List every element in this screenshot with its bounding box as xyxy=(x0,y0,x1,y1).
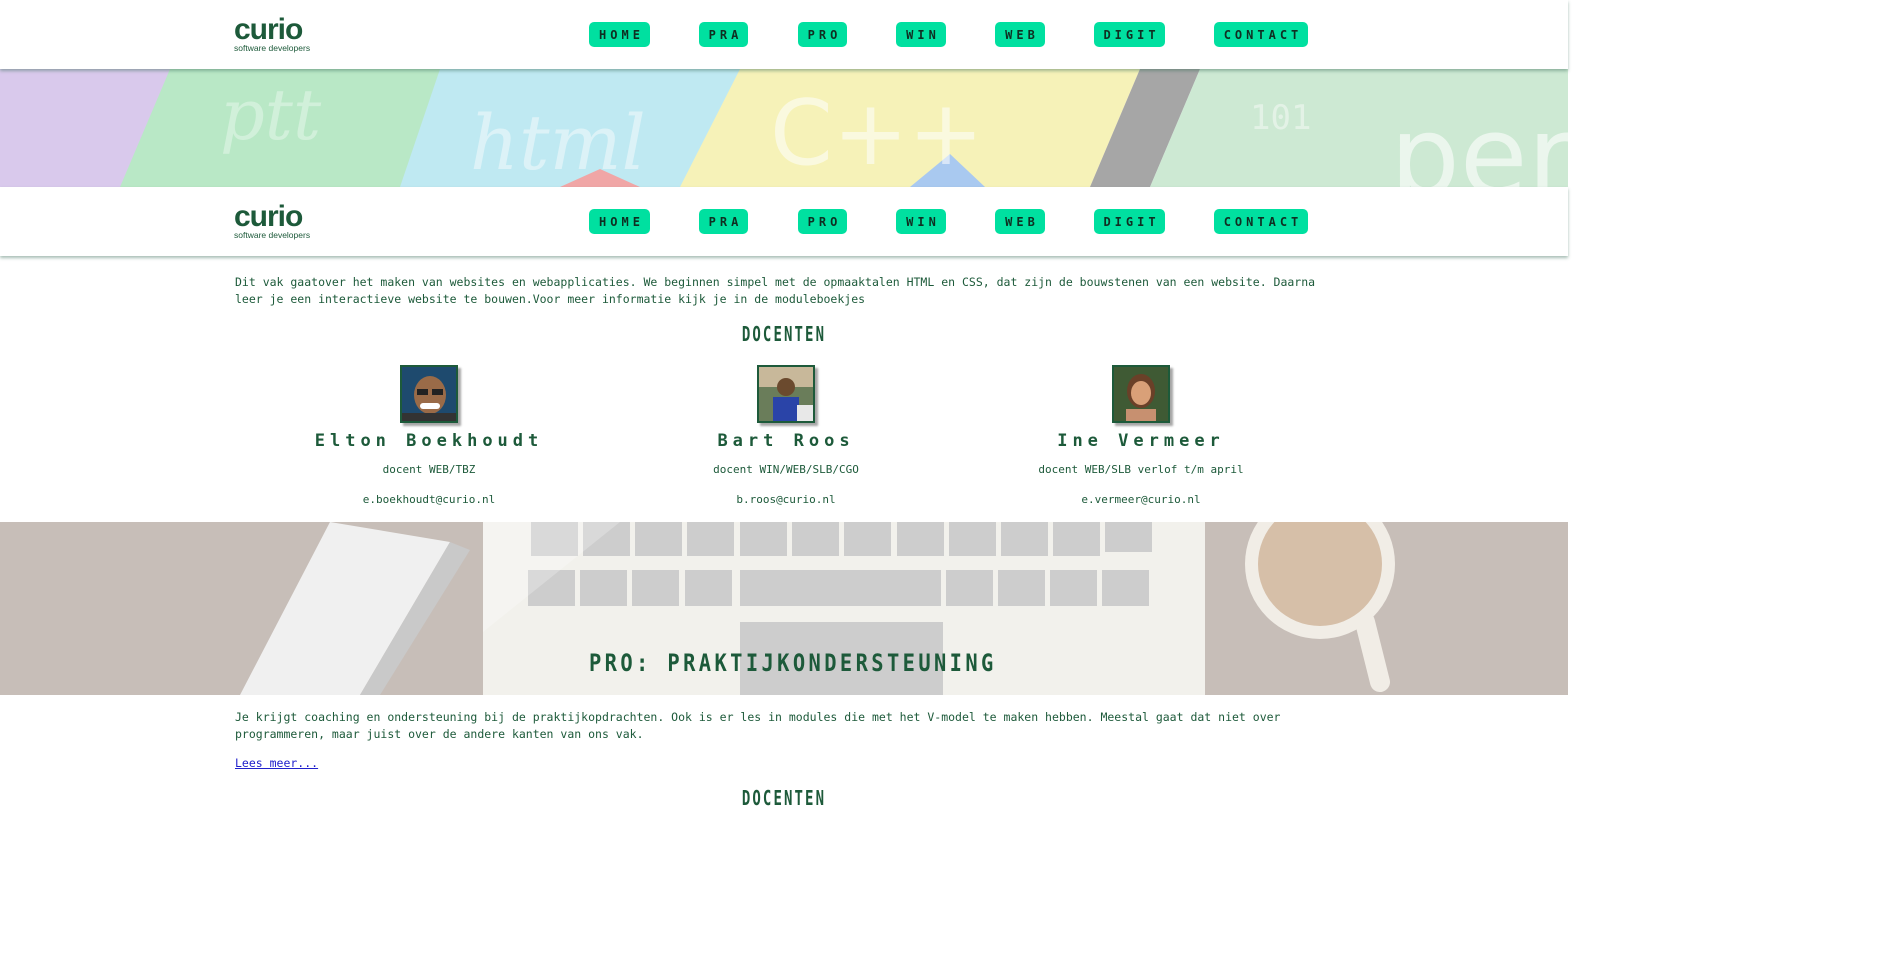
code-keys-banner: ptt html C++ 101 perl xyxy=(0,69,1568,187)
nav-contact-button[interactable]: CONTACT xyxy=(1214,22,1308,47)
logo-tagline: software developers xyxy=(234,230,311,240)
nav-home-button[interactable]: HOME xyxy=(589,209,650,234)
nav-pro-button[interactable]: PRO xyxy=(798,209,847,234)
nav-digit-button[interactable]: DIGIT xyxy=(1094,209,1165,234)
teacher-role: docent WIN/WEB/SLB/CGO xyxy=(713,463,859,476)
nav-web-button[interactable]: WEB xyxy=(995,22,1045,47)
banner-cpp-text: C++ xyxy=(770,81,984,186)
banner-binary-text: 101 xyxy=(1250,98,1311,138)
banner-html-text: html xyxy=(470,98,646,187)
curio-logo-2[interactable]: curio software developers xyxy=(234,200,314,241)
teacher-email: e.boekhoudt@curio.nl xyxy=(362,493,496,506)
second-navbar: curio software developers HOME PRA PRO W… xyxy=(0,187,1568,256)
read-more-link[interactable]: Lees meer... xyxy=(235,756,318,770)
web-docenten-heading: DOCENTEN xyxy=(741,322,827,346)
nav-win-button[interactable]: WIN xyxy=(896,209,946,234)
logo-wordmark: curio xyxy=(234,200,303,233)
teacher-card: Ine Vermeer docent WEB/SLB verlof t/m ap… xyxy=(991,365,1291,506)
web-intro-text: Dit vak gaatover het maken van websites … xyxy=(235,275,1316,306)
banner-image: ptt html C++ 101 perl xyxy=(0,69,1568,187)
nav-win-button[interactable]: WIN xyxy=(896,22,946,47)
teacher-photo xyxy=(757,365,815,423)
teacher-email: e.vermeer@curio.nl xyxy=(1081,493,1201,506)
curio-logo[interactable]: curio software developers xyxy=(234,13,314,54)
teacher-photo xyxy=(400,365,458,423)
teacher-name: Elton Boekhoudt xyxy=(314,431,544,451)
logo-wordmark: curio xyxy=(234,13,303,46)
banner-ptt-text: ptt xyxy=(220,74,322,156)
teacher-name: Ine Vermeer xyxy=(1057,431,1225,451)
nav-home-button[interactable]: HOME xyxy=(589,22,650,47)
teacher-card: Bart Roos docent WIN/WEB/SLB/CGO b.roos@… xyxy=(636,365,936,506)
teacher-name: Bart Roos xyxy=(717,431,855,451)
teacher-role: docent WEB/TBZ xyxy=(382,463,476,476)
nav-pro-button[interactable]: PRO xyxy=(798,22,847,47)
teacher-role: docent WEB/SLB verlof t/m april xyxy=(1038,463,1244,476)
top-navbar: curio software developers HOME PRA PRO W… xyxy=(0,0,1568,69)
pro-docenten-heading: DOCENTEN xyxy=(741,786,827,810)
nav-web-button[interactable]: WEB xyxy=(995,209,1045,234)
banner-perl-text: perl xyxy=(1390,92,1568,187)
nav-pra-button[interactable]: PRA xyxy=(699,209,748,234)
pro-intro-text: Je krijgt coaching en ondersteuning bij … xyxy=(235,710,1281,741)
pro-section-title: PRO: PRAKTIJKONDERSTEUNING xyxy=(589,649,997,677)
nav-pra-button[interactable]: PRA xyxy=(699,22,748,47)
teacher-photo xyxy=(1112,365,1170,423)
nav-contact-button[interactable]: CONTACT xyxy=(1214,209,1308,234)
teacher-email: b.roos@curio.nl xyxy=(736,493,836,506)
teacher-card: Elton Boekhoudt docent WEB/TBZ e.boekhou… xyxy=(279,365,579,506)
nav-digit-button[interactable]: DIGIT xyxy=(1094,22,1165,47)
logo-tagline: software developers xyxy=(234,43,311,53)
